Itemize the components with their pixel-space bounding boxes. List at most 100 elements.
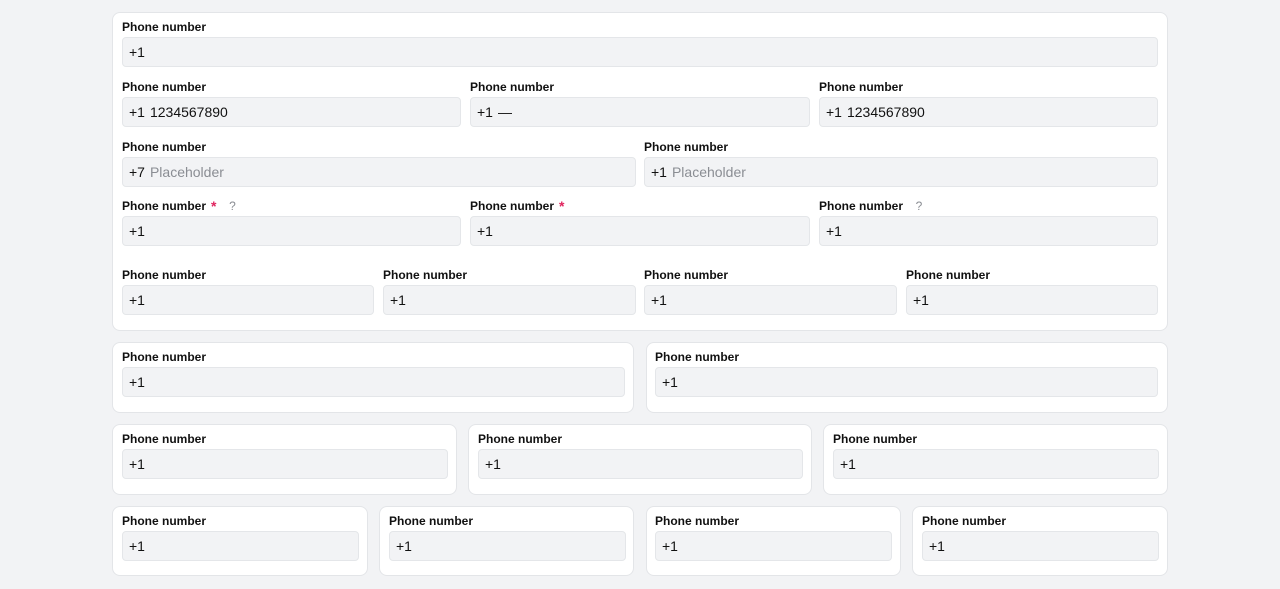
phone-input[interactable] xyxy=(416,538,619,554)
label-text: Phone number xyxy=(122,268,207,282)
phone-field-label: Phone number xyxy=(655,350,739,364)
phone-input[interactable] xyxy=(410,292,629,308)
country-code[interactable]: +1 xyxy=(662,538,678,554)
phone-input[interactable] xyxy=(671,164,1151,180)
phone-field: Phone number * +1 xyxy=(470,199,810,247)
phone-input[interactable] xyxy=(505,456,796,472)
country-code[interactable]: +1 xyxy=(651,292,667,308)
phone-input-box[interactable]: +1 xyxy=(819,216,1158,246)
phone-input-box[interactable]: +1 xyxy=(122,97,461,127)
phone-input[interactable] xyxy=(149,456,441,472)
country-code[interactable]: +1 xyxy=(129,223,145,239)
country-code[interactable]: +1 xyxy=(129,104,145,120)
country-code[interactable]: +1 xyxy=(477,223,493,239)
phone-input-box[interactable]: +1 xyxy=(644,285,897,315)
phone-input[interactable] xyxy=(846,104,1151,120)
country-code[interactable]: +1 xyxy=(396,538,412,554)
phone-field: Phone number +1 xyxy=(122,80,461,128)
phone-input-box[interactable]: +1 xyxy=(122,216,461,246)
country-code[interactable]: +1 xyxy=(662,374,678,390)
help-icon[interactable]: ? xyxy=(226,199,238,213)
phone-field-label: Phone number xyxy=(644,140,728,154)
phone-input-box[interactable]: +1 xyxy=(122,449,448,479)
phone-field: Phone number +1 xyxy=(478,432,803,480)
country-code[interactable]: +1 xyxy=(129,292,145,308)
label-text: Phone number xyxy=(478,432,563,446)
label-text: Phone number xyxy=(122,350,207,364)
phone-input[interactable] xyxy=(671,292,890,308)
phone-field: Phone number +7 xyxy=(122,140,636,188)
phone-field-label: Phone number xyxy=(122,432,206,446)
phone-field: Phone number +1 xyxy=(389,514,626,562)
phone-input-box[interactable]: +1 xyxy=(906,285,1158,315)
phone-input-box[interactable]: +1 xyxy=(122,285,374,315)
label-text: Phone number xyxy=(122,199,207,213)
phone-input[interactable] xyxy=(682,374,1151,390)
country-code[interactable]: +1 xyxy=(129,456,145,472)
phone-field-label: Phone number xyxy=(122,350,206,364)
phone-field-label: Phone number xyxy=(122,20,206,34)
country-code[interactable]: +1 xyxy=(129,538,145,554)
phone-field: Phone number +1 xyxy=(819,80,1158,128)
phone-input[interactable] xyxy=(933,292,1151,308)
phone-field: Phone number +1 xyxy=(122,514,359,562)
phone-input-box[interactable]: +1 xyxy=(833,449,1159,479)
country-code[interactable]: +1 xyxy=(913,292,929,308)
phone-input[interactable] xyxy=(149,104,454,120)
phone-input-box[interactable]: +1 xyxy=(478,449,803,479)
phone-input-box[interactable]: +1 xyxy=(122,531,359,561)
phone-input[interactable] xyxy=(149,292,367,308)
country-code[interactable]: +1 xyxy=(477,104,493,120)
phone-field: Phone number +1 xyxy=(122,20,1158,68)
phone-input[interactable] xyxy=(149,44,1151,60)
label-text: Phone number xyxy=(122,140,207,154)
label-text: Phone number xyxy=(906,268,991,282)
phone-field-label: Phone number xyxy=(389,514,473,528)
phone-input-box[interactable]: +1 xyxy=(470,216,810,246)
label-text: Phone number xyxy=(122,432,207,446)
country-code[interactable]: +1 xyxy=(826,223,842,239)
phone-input-box[interactable]: +1 xyxy=(819,97,1158,127)
phone-field-label: Phone number xyxy=(470,80,554,94)
country-code[interactable]: +1 xyxy=(485,456,501,472)
country-code[interactable]: +1 xyxy=(840,456,856,472)
country-code[interactable]: +1 xyxy=(651,164,667,180)
phone-input[interactable] xyxy=(682,538,885,554)
phone-input-box[interactable]: +1 xyxy=(122,367,625,397)
phone-input[interactable] xyxy=(149,538,352,554)
country-code[interactable]: +1 xyxy=(929,538,945,554)
phone-input[interactable] xyxy=(860,456,1152,472)
phone-input-box[interactable]: +1 xyxy=(389,531,626,561)
phone-input[interactable] xyxy=(846,223,1151,239)
label-text: Phone number xyxy=(655,514,740,528)
phone-field: Phone number +1 xyxy=(122,432,448,480)
country-code[interactable]: +1 xyxy=(129,374,145,390)
help-icon[interactable]: ? xyxy=(913,199,925,213)
phone-input-box[interactable]: +1 xyxy=(470,97,810,127)
phone-input-box[interactable]: +1 xyxy=(922,531,1159,561)
phone-input-box[interactable]: +1 xyxy=(655,367,1158,397)
phone-input[interactable] xyxy=(497,104,803,120)
phone-input[interactable] xyxy=(149,374,618,390)
phone-input-box[interactable]: +1 xyxy=(383,285,636,315)
phone-input[interactable] xyxy=(149,223,454,239)
phone-field-label: Phone number xyxy=(644,268,728,282)
phone-input[interactable] xyxy=(949,538,1152,554)
country-code[interactable]: +1 xyxy=(390,292,406,308)
country-code[interactable]: +7 xyxy=(129,164,145,180)
country-code[interactable]: +1 xyxy=(129,44,145,60)
phone-input[interactable] xyxy=(497,223,803,239)
label-text: Phone number xyxy=(122,80,207,94)
required-asterisk: * xyxy=(211,198,217,214)
phone-input-box[interactable]: +1 xyxy=(655,531,892,561)
phone-field-label: Phone number xyxy=(478,432,562,446)
country-code[interactable]: +1 xyxy=(826,104,842,120)
phone-field-card: Phone number +1 xyxy=(646,506,901,576)
phone-input-box[interactable]: +1 xyxy=(644,157,1158,187)
phone-input[interactable] xyxy=(149,164,629,180)
phone-field: Phone number +1 xyxy=(122,268,374,316)
label-text: Phone number xyxy=(122,20,207,34)
phone-input-box[interactable]: +7 xyxy=(122,157,636,187)
phone-field-card: Phone number +1 xyxy=(468,424,812,495)
phone-input-box[interactable]: +1 xyxy=(122,37,1158,67)
